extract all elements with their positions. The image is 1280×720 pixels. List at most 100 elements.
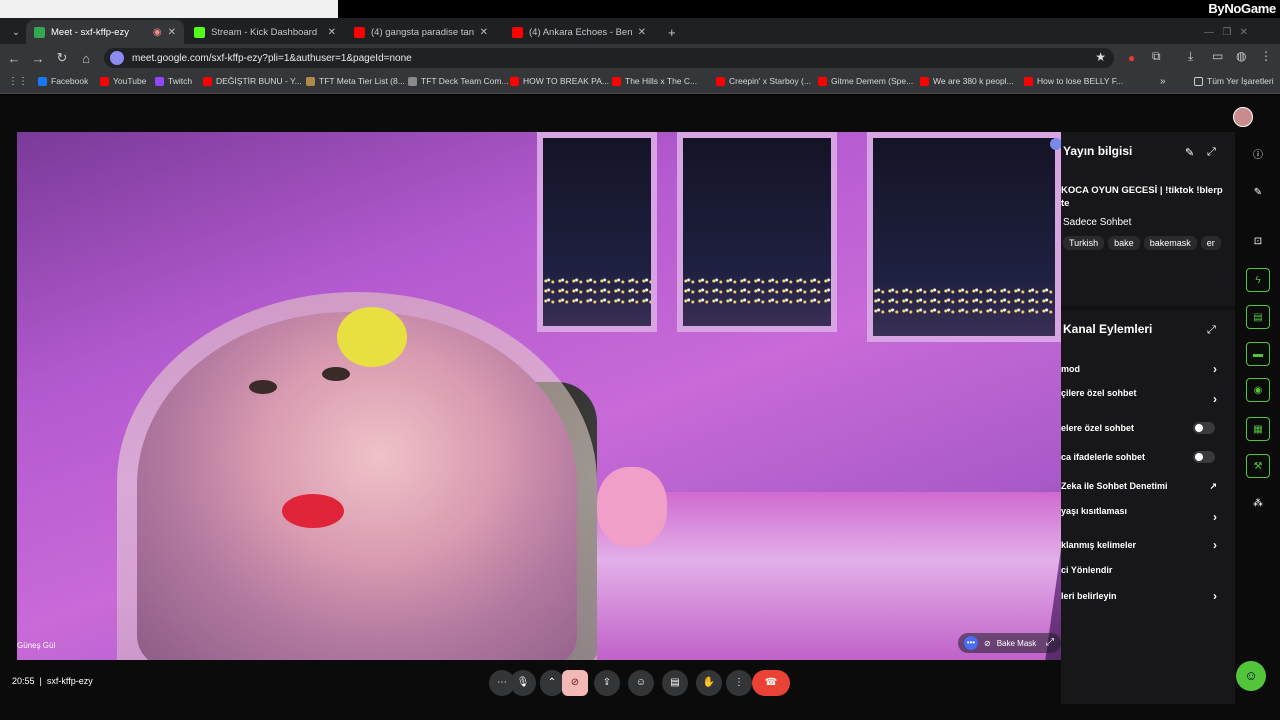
youtube-favicon-icon xyxy=(512,26,523,38)
meeting-time: 20:55 xyxy=(12,676,35,686)
bookmark-twitch[interactable]: Twitch xyxy=(155,76,192,86)
action-row[interactable]: ci Yönlendir xyxy=(1061,565,1231,575)
chat-icon[interactable]: ▬ xyxy=(1246,342,1270,366)
youtube-icon xyxy=(1024,76,1033,86)
bookmark-item[interactable]: Creepin' x Starboy (... xyxy=(716,76,811,86)
separator: | xyxy=(39,676,42,686)
download-icon[interactable]: ⤓ xyxy=(1188,49,1193,64)
bookmark-label: We are 380 k peopl... xyxy=(933,76,1014,86)
tab-youtube-2[interactable]: (4) Ankara Echoes - Beni Al (sa... ✕ xyxy=(504,20,654,44)
action-row[interactable]: çilere özel sohbet › xyxy=(1061,388,1231,406)
facebook-icon xyxy=(38,76,47,86)
forward-icon[interactable]: → xyxy=(26,51,50,66)
bookmark-item[interactable]: TFT Meta Tier List (8... xyxy=(306,76,405,86)
popout-icon[interactable]: ⤢ xyxy=(1207,324,1216,337)
edit-icon[interactable]: ✎ xyxy=(1246,181,1270,205)
document-icon[interactable]: ▤ xyxy=(1246,305,1270,329)
url-field[interactable]: meet.google.com/sxf-kffp-ezy?pli=1&authu… xyxy=(104,48,1114,68)
broadcast-icon[interactable]: ◉ xyxy=(1246,378,1270,402)
bookmark-label: Twitch xyxy=(168,76,193,86)
youtube-icon xyxy=(612,76,621,86)
apps-icon[interactable]: ⋮⋮ xyxy=(8,76,28,87)
action-row[interactable]: ca ifadelerle sohbet xyxy=(1061,451,1231,463)
action-row[interactable]: klanmış kelimeler › xyxy=(1061,538,1231,552)
camera-options-button[interactable]: ⌃ xyxy=(540,670,564,696)
lightning-icon[interactable]: ϟ xyxy=(1246,268,1270,292)
captions-button[interactable]: ▤ xyxy=(662,670,688,696)
nodes-icon[interactable]: ⁂ xyxy=(1246,492,1270,516)
chat-fab-button[interactable]: ☺ xyxy=(1236,661,1266,691)
all-bookmarks[interactable]: Tüm Yer İşaretleri xyxy=(1194,76,1274,86)
tab-meet[interactable]: Meet - sxf-kffp-ezy ◉ ✕ xyxy=(26,20,184,44)
action-label: ci Yönlendir xyxy=(1061,565,1113,575)
present-button[interactable]: ⇪ xyxy=(594,670,620,696)
camera-off-button[interactable]: ⊘ xyxy=(562,670,588,696)
action-row[interactable]: Zeka ile Sohbet Denetimi ↗ xyxy=(1061,481,1231,491)
emoji-button[interactable]: ☺ xyxy=(628,670,654,696)
close-window-icon[interactable]: ✕ xyxy=(1240,27,1248,38)
minimize-icon[interactable]: — xyxy=(1204,27,1214,38)
participant-video[interactable] xyxy=(17,132,1061,660)
info-icon[interactable]: ⓘ xyxy=(1246,144,1270,168)
panel-icon-column: ⓘ ✎ ⊡ ϟ ▤ ▬ ◉ ▦ ⚒ ⁂ xyxy=(1238,132,1280,704)
bookmark-facebook[interactable]: Facebook xyxy=(38,76,88,86)
action-row[interactable]: yaşı kısıtlaması › xyxy=(1061,506,1231,524)
more-bookmarks-icon[interactable]: » xyxy=(1160,76,1166,87)
close-icon[interactable]: ✕ xyxy=(168,27,176,38)
wrench-icon[interactable]: ⚒ xyxy=(1246,454,1270,478)
menu-icon[interactable]: ⋮ xyxy=(1260,49,1272,63)
action-row[interactable]: elere özel sohbet xyxy=(1061,422,1231,434)
tab-kick[interactable]: Stream - Kick Dashboard ✕ xyxy=(186,20,344,44)
tab-search-button[interactable]: ⌄ xyxy=(4,20,24,44)
reload-icon[interactable]: ↻ xyxy=(50,50,74,66)
bookmark-label: Gitme Demem (Spe... xyxy=(831,76,914,86)
profile-icon[interactable]: ◍ xyxy=(1236,49,1246,63)
extensions-icon[interactable]: ⧉ xyxy=(1152,49,1161,64)
lips xyxy=(282,494,344,528)
leave-call-button[interactable]: ☎ xyxy=(752,670,790,696)
bookmark-item[interactable]: DEĞİŞTİR BUNU - Y... xyxy=(203,76,302,86)
close-icon[interactable]: ✕ xyxy=(638,27,646,38)
tag[interactable]: Turkish xyxy=(1063,236,1105,250)
action-row[interactable]: mod › xyxy=(1061,362,1231,376)
avatar[interactable] xyxy=(1233,107,1253,127)
close-icon[interactable]: ✕ xyxy=(328,27,336,38)
bookmark-item[interactable]: HOW TO BREAK PA... xyxy=(510,76,609,86)
restore-icon[interactable]: ❐ xyxy=(1222,27,1231,38)
bookmark-item[interactable]: We are 380 k peopl... xyxy=(920,76,1014,86)
toggle-switch[interactable] xyxy=(1193,422,1215,434)
expand-icon[interactable]: ⤢ xyxy=(1046,637,1054,648)
more-actions-button[interactable]: ⋮ xyxy=(726,670,752,696)
tag[interactable]: bake xyxy=(1108,236,1140,250)
tab-youtube-1[interactable]: (4) gangsta paradise tann unut... ✕ xyxy=(346,20,496,44)
tag[interactable]: bakemask xyxy=(1143,236,1197,250)
edit-icon[interactable]: ✎ xyxy=(1185,146,1194,159)
bookmark-item[interactable]: TFT Deck Team Com... xyxy=(408,76,509,86)
bookmark-label: Creepin' x Starboy (... xyxy=(729,76,811,86)
back-icon[interactable]: ← xyxy=(2,51,26,66)
bookmark-item[interactable]: The Hills x The C... xyxy=(612,76,697,86)
popout-icon[interactable]: ⤢ xyxy=(1207,146,1216,159)
kick-favicon-icon xyxy=(194,26,205,38)
action-label: ca ifadelerle sohbet xyxy=(1061,452,1146,462)
bookmark-youtube[interactable]: YouTube xyxy=(100,76,146,86)
tag[interactable]: er xyxy=(1200,236,1221,250)
mic-button[interactable]: 🎙 xyxy=(510,670,536,696)
toggle-switch[interactable] xyxy=(1193,451,1215,463)
tag-list: Turkish bake bakemask er xyxy=(1063,233,1235,251)
layout-icon[interactable]: ▦ xyxy=(1246,417,1270,441)
cast-icon[interactable]: ▭ xyxy=(1212,49,1223,63)
raise-hand-button[interactable]: ✋ xyxy=(696,670,722,696)
bookmark-item[interactable]: Gitme Demem (Spe... xyxy=(818,76,913,86)
new-tab-button[interactable]: + xyxy=(660,20,682,44)
home-icon[interactable]: ⌂ xyxy=(74,51,98,66)
target-icon[interactable]: ⊡ xyxy=(1246,230,1270,254)
extension-record-icon[interactable]: ● xyxy=(1128,51,1135,65)
close-icon[interactable]: ✕ xyxy=(480,27,488,38)
bookmark-star-icon[interactable]: ★ xyxy=(1095,50,1106,64)
site-info-icon[interactable] xyxy=(110,51,124,65)
action-row[interactable]: leri belirleyin › xyxy=(1061,589,1231,603)
bookmark-item[interactable]: How to lose BELLY F... xyxy=(1024,76,1123,86)
speaker-name: Güneş Gül xyxy=(17,641,56,650)
action-label: mod xyxy=(1061,364,1080,374)
